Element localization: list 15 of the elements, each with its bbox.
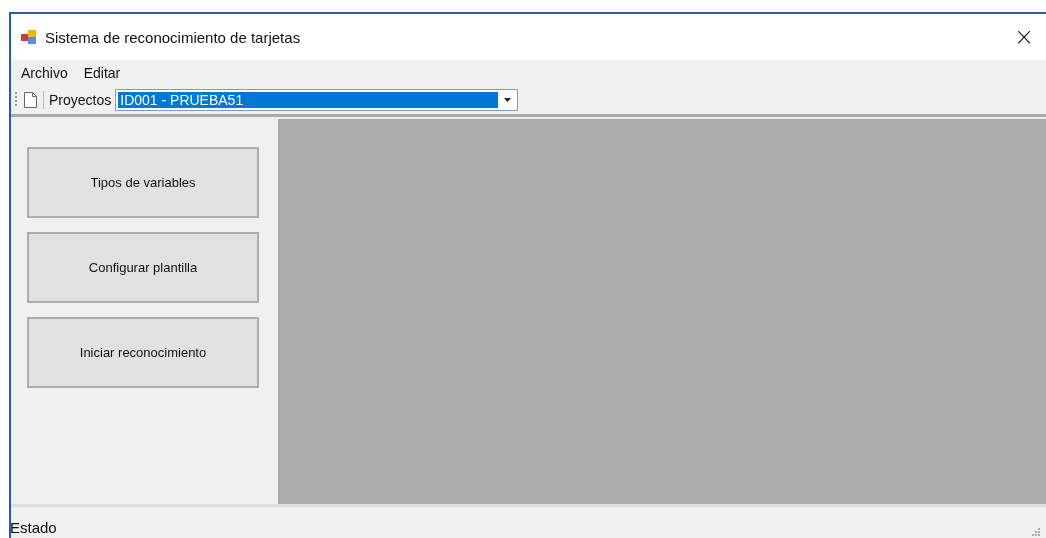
caret-icon [504, 98, 512, 102]
new-document-icon[interactable] [24, 92, 37, 108]
toolbar-grip-icon [15, 91, 18, 109]
action-button[interactable]: Iniciar reconocimiento [27, 317, 259, 388]
app-icon [21, 29, 37, 45]
resize-grip-icon [1032, 528, 1040, 536]
action-button[interactable]: Configurar plantilla [27, 232, 259, 303]
window-title: Sistema de reconocimiento de tarjetas [45, 28, 301, 46]
projects-label: Proyectos [49, 92, 112, 108]
action-button[interactable]: Tipos de variables [27, 147, 259, 218]
status-text: Estado [10, 519, 57, 536]
menu-item[interactable]: Editar [83, 65, 121, 81]
close-button[interactable]: × [1009, 23, 1038, 51]
menu-item[interactable]: Archivo [21, 65, 68, 81]
project-dropdown[interactable]: ID001 - PRUEBA51 [115, 89, 519, 111]
